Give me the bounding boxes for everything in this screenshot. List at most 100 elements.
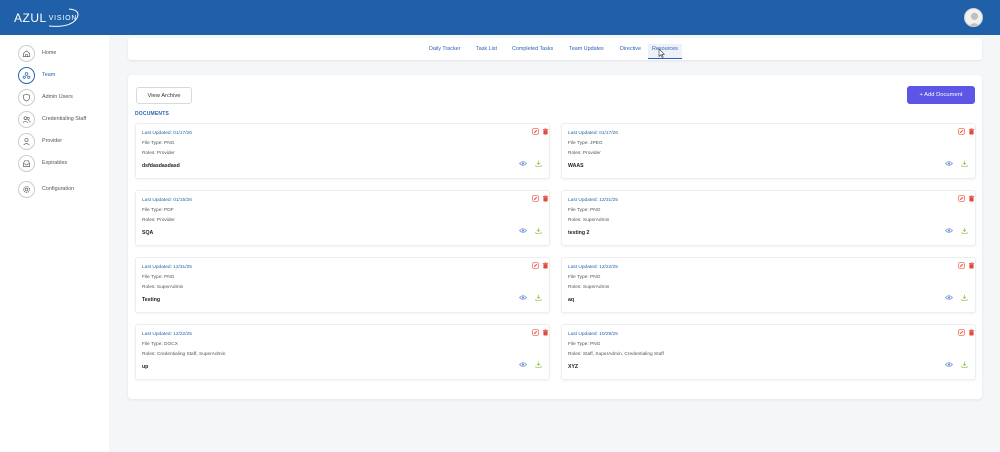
document-name: dsfdasdasdasd bbox=[142, 163, 180, 169]
last-updated-text: Last Updated: 12/31/25 bbox=[142, 265, 192, 270]
users-icon bbox=[18, 110, 35, 128]
download-icon[interactable] bbox=[961, 160, 968, 167]
view-icon[interactable] bbox=[945, 294, 953, 301]
file-type-text: File Type: PNG bbox=[568, 275, 601, 280]
gear-icon bbox=[18, 180, 35, 198]
delete-icon[interactable] bbox=[968, 195, 975, 202]
last-updated-text: Last Updated: 01/15/26 bbox=[142, 198, 192, 203]
view-icon[interactable] bbox=[519, 294, 527, 301]
shield-icon bbox=[18, 88, 35, 106]
sidebar-item-provider[interactable]: Provider bbox=[18, 132, 62, 150]
download-icon[interactable] bbox=[535, 294, 542, 301]
view-icon[interactable] bbox=[519, 227, 527, 234]
avatar-icon bbox=[969, 12, 980, 26]
file-type-text: File Type: PNG bbox=[142, 275, 175, 280]
document-card: Last Updated: 12/31/25 File Type: PNG Ro… bbox=[135, 257, 550, 313]
document-card: Last Updated: 12/22/25 File Type: DOCX R… bbox=[135, 324, 550, 380]
edit-icon[interactable] bbox=[958, 195, 965, 202]
delete-icon[interactable] bbox=[542, 262, 549, 269]
sidebar-item-label: Expirables bbox=[42, 160, 68, 166]
edit-icon[interactable] bbox=[532, 262, 539, 269]
document-card: Last Updated: 12/22/25 File Type: PNG Ro… bbox=[561, 257, 976, 313]
document-card: Last Updated: 01/17/26 File Type: PNG Ro… bbox=[135, 123, 550, 179]
file-type-text: File Type: JPEG bbox=[568, 141, 603, 146]
last-updated-text: Last Updated: 12/22/25 bbox=[568, 265, 618, 270]
sidebar-item-label: Provider bbox=[42, 138, 63, 144]
delete-icon[interactable] bbox=[542, 329, 549, 336]
sidebar-item-label: Configuration bbox=[42, 186, 75, 192]
top-header: AZUL VISION bbox=[0, 0, 1000, 35]
download-icon[interactable] bbox=[961, 227, 968, 234]
sidebar-item-admin-users[interactable]: Admin Users bbox=[18, 88, 73, 106]
view-icon[interactable] bbox=[945, 160, 953, 167]
document-card: Last Updated: 10/29/25 File Type: PNG Ro… bbox=[561, 324, 976, 380]
mouse-cursor-icon bbox=[658, 48, 665, 58]
download-icon[interactable] bbox=[535, 227, 542, 234]
view-icon[interactable] bbox=[519, 160, 527, 167]
file-type-text: File Type: DOCX bbox=[142, 342, 178, 347]
sidebar-item-label: Admin Users bbox=[42, 94, 73, 100]
roles-text: Roles: Provider bbox=[568, 151, 601, 156]
file-type-text: File Type: PDF bbox=[142, 208, 174, 213]
roles-text: Roles: Provider bbox=[142, 218, 175, 223]
sidebar-item-configuration[interactable]: Configuration bbox=[18, 180, 74, 198]
download-icon[interactable] bbox=[535, 160, 542, 167]
roles-text: Roles: SuperAdmin bbox=[568, 218, 610, 223]
sidebar: Home Team Admin Users Credentialing Staf… bbox=[0, 35, 109, 452]
edit-icon[interactable] bbox=[958, 262, 965, 269]
view-icon[interactable] bbox=[945, 227, 953, 234]
file-type-text: File Type: PNG bbox=[142, 141, 175, 146]
edit-icon[interactable] bbox=[532, 329, 539, 336]
tab-task-list[interactable]: Task List bbox=[476, 46, 497, 52]
view-archive-button[interactable]: View Archive bbox=[136, 87, 192, 104]
roles-text: Roles: SuperAdmin bbox=[568, 285, 610, 290]
sidebar-item-team[interactable]: Team bbox=[18, 66, 55, 84]
tab-team-updates[interactable]: Team Updates bbox=[569, 46, 604, 52]
tab-directive[interactable]: Directive bbox=[620, 46, 641, 52]
sidebar-item-home[interactable]: Home bbox=[18, 44, 56, 62]
download-icon[interactable] bbox=[961, 361, 968, 368]
document-name: Testing bbox=[142, 297, 161, 303]
view-icon[interactable] bbox=[519, 361, 527, 368]
sidebar-item-expirables[interactable]: Expirables bbox=[18, 154, 67, 172]
delete-icon[interactable] bbox=[542, 128, 549, 135]
download-icon[interactable] bbox=[535, 361, 542, 368]
view-icon[interactable] bbox=[945, 361, 953, 368]
roles-text: Roles: Credentialing Staff, SuperAdmin bbox=[142, 352, 226, 357]
last-updated-text: Last Updated: 01/17/26 bbox=[568, 131, 618, 136]
edit-icon[interactable] bbox=[958, 128, 965, 135]
last-updated-text: Last Updated: 12/31/25 bbox=[568, 198, 618, 203]
file-type-text: File Type: PNG bbox=[568, 208, 601, 213]
delete-icon[interactable] bbox=[968, 262, 975, 269]
logo-main-text: AZUL bbox=[14, 11, 47, 25]
tab-daily-tracker[interactable]: Daily Tracker bbox=[429, 46, 460, 52]
download-icon[interactable] bbox=[961, 294, 968, 301]
document-name: testing 2 bbox=[568, 230, 590, 236]
roles-text: Roles: Staff, SuperAdmin, Credentialing … bbox=[568, 352, 664, 357]
tab-bar: Daily Tracker Task List Completed Tasks … bbox=[128, 38, 982, 60]
sidebar-item-label: Home bbox=[42, 50, 57, 56]
document-name: SQA bbox=[142, 230, 154, 236]
inbox-icon bbox=[18, 154, 35, 172]
last-updated-text: Last Updated: 10/29/25 bbox=[568, 332, 618, 337]
edit-icon[interactable] bbox=[532, 128, 539, 135]
delete-icon[interactable] bbox=[968, 329, 975, 336]
documents-section-label: DOCUMENTS bbox=[135, 111, 170, 117]
edit-icon[interactable] bbox=[958, 329, 965, 336]
user-avatar[interactable] bbox=[964, 8, 983, 27]
add-document-button[interactable]: + Add Document bbox=[907, 86, 975, 104]
home-icon bbox=[18, 44, 35, 62]
document-name: up bbox=[142, 364, 149, 370]
roles-text: Roles: Provider bbox=[142, 151, 175, 156]
sidebar-item-label: Team bbox=[42, 72, 56, 78]
delete-icon[interactable] bbox=[968, 128, 975, 135]
document-name: WAAS bbox=[568, 163, 584, 169]
roles-text: Roles: SuperAdmin bbox=[142, 285, 184, 290]
azul-vision-logo[interactable]: AZUL VISION bbox=[11, 6, 81, 30]
edit-icon[interactable] bbox=[532, 195, 539, 202]
last-updated-text: Last Updated: 01/17/26 bbox=[142, 131, 192, 136]
user-icon bbox=[18, 132, 35, 150]
sidebar-item-credentialing-staff[interactable]: Credentialing Staff bbox=[18, 110, 86, 128]
tab-completed-tasks[interactable]: Completed Tasks bbox=[512, 46, 553, 52]
delete-icon[interactable] bbox=[542, 195, 549, 202]
